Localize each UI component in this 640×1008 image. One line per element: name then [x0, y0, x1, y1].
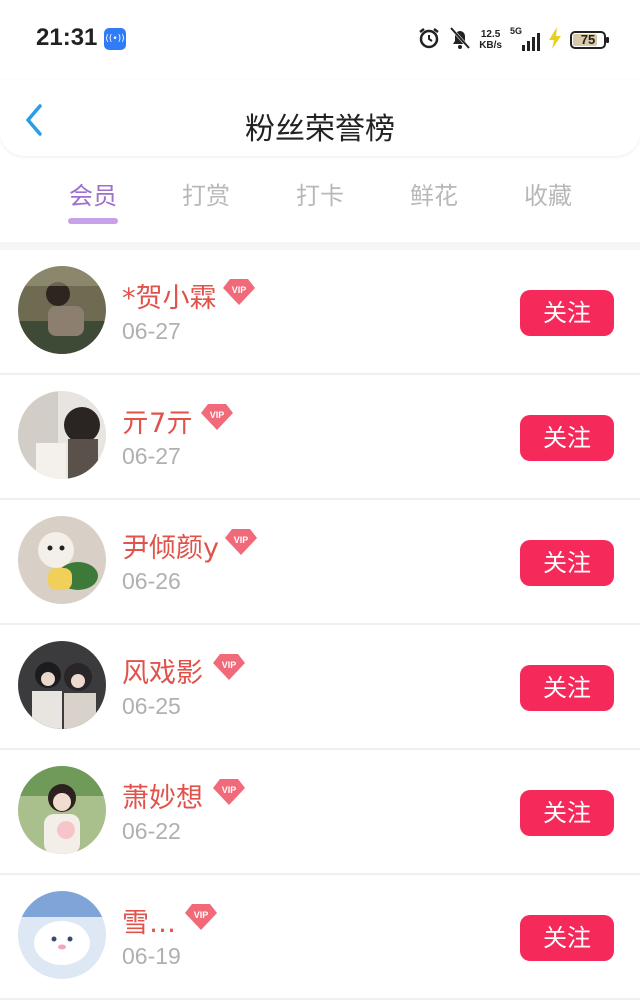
vip-diamond-icon: VIP [213, 654, 245, 680]
signal-label: 5G [510, 26, 523, 36]
tab-bar: 会员 打赏 打卡 鲜花 收藏 [0, 166, 640, 232]
follow-button[interactable]: 关注 [520, 665, 614, 711]
member-name: *贺小霖 [122, 283, 217, 314]
member-name: 亓7亓 [122, 408, 194, 439]
avatar[interactable] [18, 891, 106, 979]
page-title: 粉丝荣誉榜 [245, 112, 395, 147]
member-name: 萧妙想 [122, 783, 203, 814]
mute-bell-icon [449, 26, 471, 54]
vip-diamond-icon: VIP [213, 779, 245, 805]
follow-button[interactable]: 关注 [520, 540, 614, 586]
follow-button[interactable]: 关注 [520, 290, 614, 336]
list-item[interactable]: 亓7亓 VIP 06-27 关注 [0, 375, 640, 500]
vip-label: VIP [194, 910, 209, 920]
member-list: *贺小霖 VIP 06-27 关注 亓7亓 VIP 06-27 关注 尹倾颜y … [0, 250, 640, 1000]
avatar[interactable] [18, 766, 106, 854]
member-date: 06-25 [122, 693, 181, 719]
net-speed-value: 12.5 [480, 29, 501, 40]
battery-icon: 75 [570, 31, 609, 49]
vip-label: VIP [234, 535, 249, 545]
vip-diamond-icon: VIP [185, 904, 217, 930]
list-item[interactable]: 尹倾颜y VIP 06-26 关注 [0, 500, 640, 625]
member-date: 06-26 [122, 568, 181, 594]
avatar[interactable] [18, 641, 106, 729]
header: 粉丝荣誉榜 [0, 80, 640, 156]
list-item[interactable]: 雪… VIP 06-19 关注 [0, 875, 640, 1000]
charging-icon [548, 27, 562, 53]
signal-icon: 5G [510, 26, 540, 51]
vip-diamond-icon: VIP [201, 404, 233, 430]
list-item[interactable]: 萧妙想 VIP 06-22 关注 [0, 750, 640, 875]
member-date: 06-27 [122, 318, 181, 344]
member-name: 尹倾颜y [122, 533, 219, 564]
tab-rewards[interactable]: 打赏 [156, 176, 256, 211]
list-item[interactable]: 风戏影 VIP 06-25 关注 [0, 625, 640, 750]
member-date: 06-19 [122, 943, 181, 969]
member-date: 06-22 [122, 818, 181, 844]
follow-button[interactable]: 关注 [520, 790, 614, 836]
battery-level: 75 [580, 32, 596, 47]
tab-flowers[interactable]: 鲜花 [384, 176, 484, 211]
tab-checkin[interactable]: 打卡 [270, 176, 370, 211]
member-name: 风戏影 [122, 658, 203, 689]
vip-label: VIP [222, 785, 237, 795]
hotspot-icon: ((•)) [104, 28, 126, 50]
tab-members[interactable]: 会员 [43, 176, 143, 211]
vip-diamond-icon: VIP [223, 279, 255, 305]
divider [0, 242, 640, 250]
avatar[interactable] [18, 266, 106, 354]
alarm-icon [417, 26, 441, 54]
status-bar: 21:31 ((•)) 12.5 KB/s 5G 75 [0, 0, 640, 80]
follow-button[interactable]: 关注 [520, 415, 614, 461]
net-speed-unit: KB/s [479, 40, 502, 51]
status-time: 21:31 [36, 24, 98, 51]
follow-button[interactable]: 关注 [520, 915, 614, 961]
status-icons: 12.5 KB/s 5G 75 [417, 26, 609, 54]
vip-label: VIP [210, 410, 225, 420]
member-name: 雪… [122, 908, 176, 939]
vip-label: VIP [222, 660, 237, 670]
list-item[interactable]: *贺小霖 VIP 06-27 关注 [0, 250, 640, 375]
tab-favorites[interactable]: 收藏 [498, 176, 598, 211]
network-speed: 12.5 KB/s [479, 29, 502, 51]
vip-diamond-icon: VIP [225, 529, 257, 555]
active-tab-indicator [68, 218, 118, 224]
vip-label: VIP [232, 285, 247, 295]
avatar[interactable] [18, 516, 106, 604]
member-date: 06-27 [122, 443, 181, 469]
avatar[interactable] [18, 391, 106, 479]
